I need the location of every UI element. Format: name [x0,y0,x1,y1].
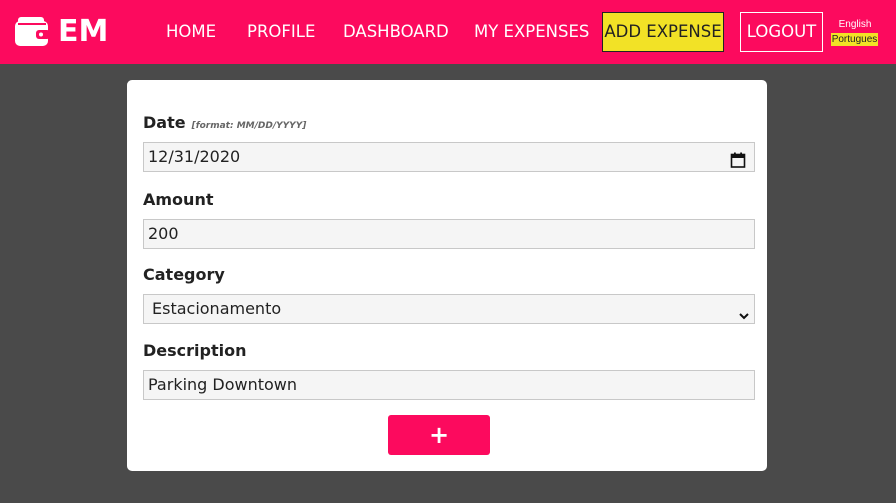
amount-input-value: 200 [148,224,179,243]
expense-form-card: Date [format: MM/DD/YYYY] 12/31/2020 Amou… [127,80,767,471]
category-label: Category [143,265,225,284]
language-portuguese-option[interactable]: Portugues [831,33,878,46]
nav-profile-link[interactable]: PROFILE [247,21,315,43]
nav-home-link[interactable]: HOME [166,21,216,43]
description-input-value: Parking Downtown [148,375,298,394]
date-input-value: 12/31/2020 [148,147,241,166]
brand-logo[interactable]: EM [14,14,108,50]
navbar: EM HOME PROFILE DASHBOARD MY EXPENSES AD… [0,0,896,64]
amount-label: Amount [143,190,214,209]
brand-title: EM [58,14,109,49]
date-label: Date [format: MM/DD/YYYY] [143,113,306,136]
description-label: Description [143,341,247,360]
date-input[interactable]: 12/31/2020 [143,142,755,172]
language-english-option[interactable]: English [832,18,878,31]
add-expense-submit-button[interactable]: + [388,415,490,455]
nav-my-expenses-link[interactable]: MY EXPENSES [474,21,589,43]
description-input[interactable]: Parking Downtown [143,370,755,400]
wallet-icon [14,17,50,47]
category-select[interactable]: Estacionamento [143,294,755,324]
chevron-down-icon [738,303,750,320]
add-expense-button[interactable]: ADD EXPENSE [602,12,724,52]
nav-dashboard-link[interactable]: DASHBOARD [343,21,449,43]
calendar-icon[interactable] [730,149,746,168]
date-format-hint: [format: MM/DD/YYYY] [191,121,307,131]
category-select-value: Estacionamento [152,299,282,318]
logout-button[interactable]: LOGOUT [740,12,823,52]
date-label-text: Date [143,113,186,132]
amount-input[interactable]: 200 [143,219,755,249]
